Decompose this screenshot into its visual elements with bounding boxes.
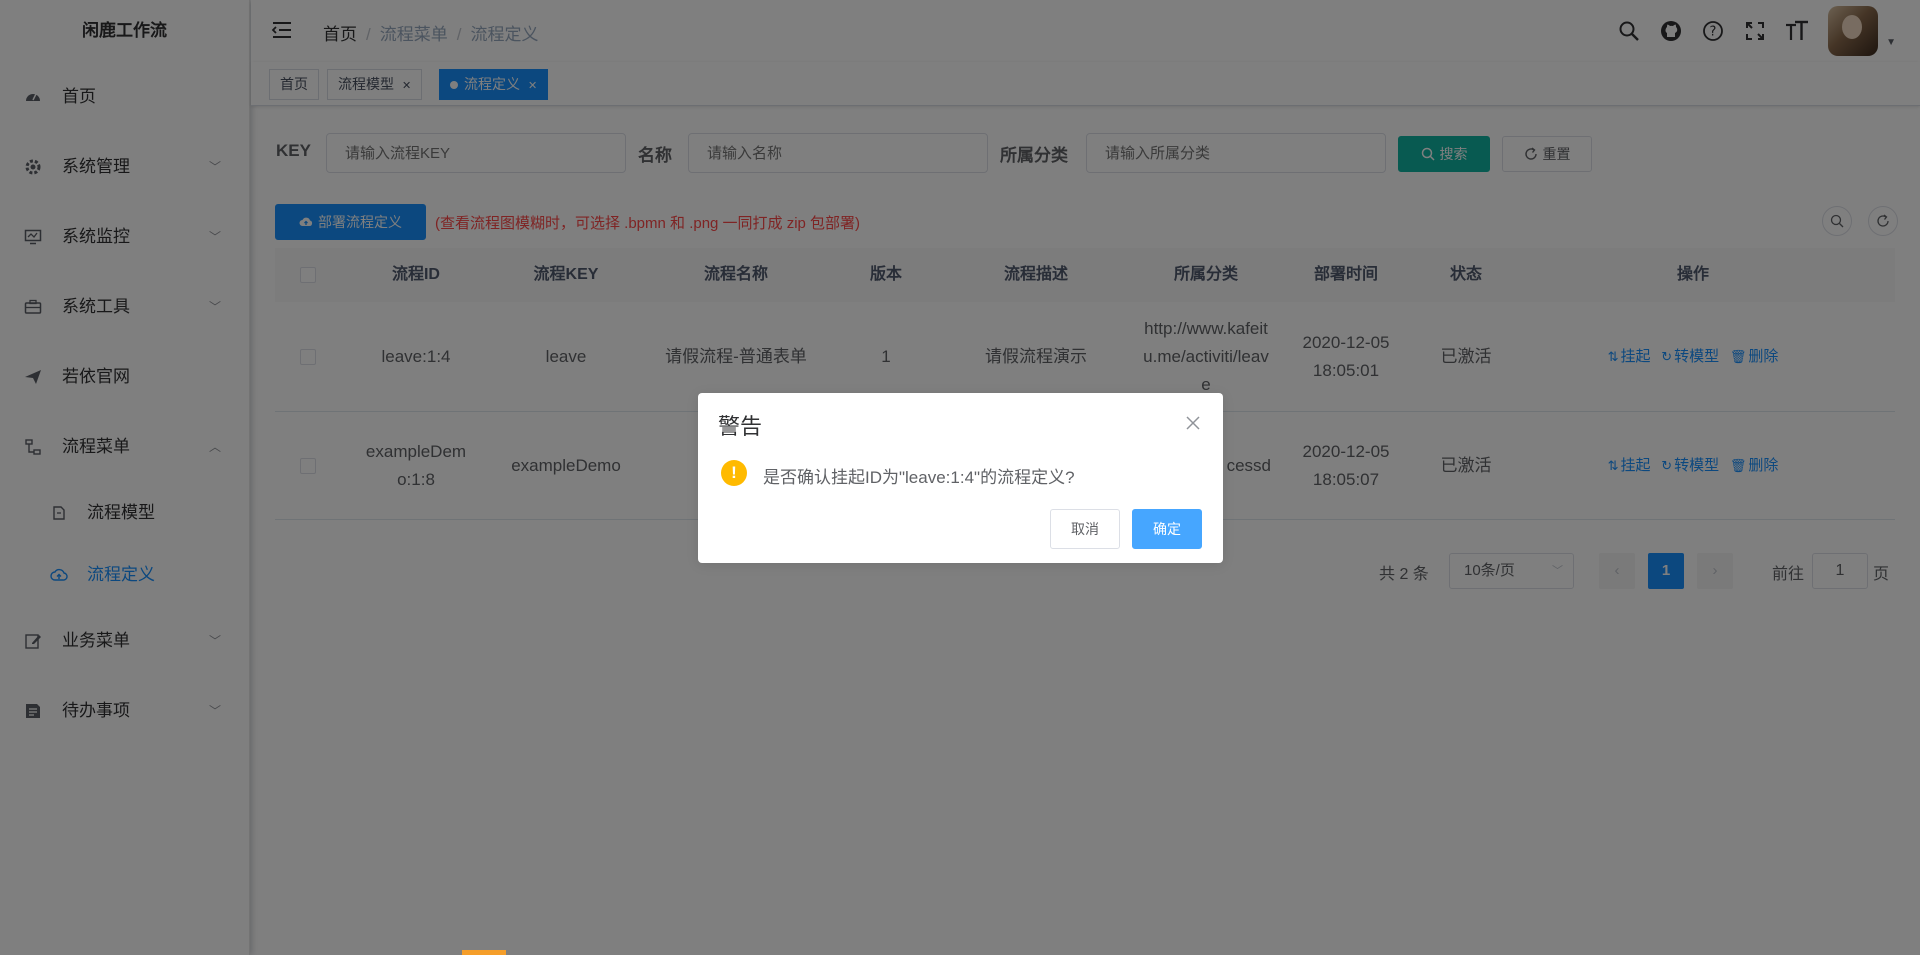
confirm-button[interactable]: 确定 (1132, 509, 1202, 549)
dialog-message: 是否确认挂起ID为"leave:1:4"的流程定义? (763, 468, 1075, 487)
dialog-title: 警告 (718, 414, 763, 439)
cancel-button[interactable]: 取消 (1050, 509, 1120, 549)
warning-dialog: 警告 ! 是否确认挂起ID为"leave:1:4"的流程定义? 取消 确定 (698, 393, 1223, 563)
warning-icon: ! (721, 460, 747, 486)
close-icon[interactable] (1185, 415, 1201, 431)
bottom-indicator (462, 950, 506, 955)
